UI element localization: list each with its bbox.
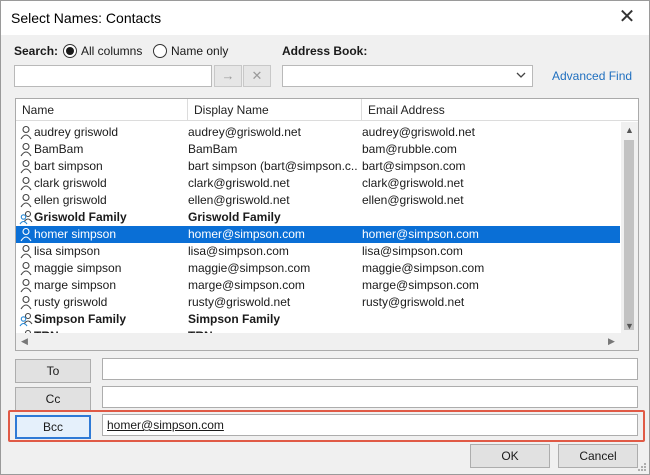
cc-button[interactable]: Cc bbox=[15, 387, 91, 411]
cell-display-name: audrey@griswold.net bbox=[188, 125, 301, 139]
select-names-dialog: Select Names: Contacts ✕ Search: All col… bbox=[0, 0, 650, 475]
dialog-title: Select Names: Contacts bbox=[11, 10, 162, 26]
to-field[interactable] bbox=[102, 358, 638, 380]
cell-display-name: ellen@griswold.net bbox=[188, 193, 290, 207]
resize-grip-icon[interactable] bbox=[637, 462, 647, 472]
table-row[interactable]: audrey griswold audrey@griswold.net audrey… bbox=[16, 124, 620, 141]
cell-name: rusty griswold bbox=[34, 295, 108, 309]
contact-icon bbox=[20, 244, 32, 259]
contact-icon bbox=[20, 227, 32, 242]
bcc-button[interactable]: Bcc bbox=[15, 415, 91, 439]
cell-display-name: clark@griswold.net bbox=[188, 176, 290, 190]
contact-icon bbox=[20, 261, 32, 276]
cell-email: rusty@griswold.net bbox=[362, 295, 465, 309]
scroll-left-icon[interactable]: ◀ bbox=[16, 333, 33, 350]
column-header-display-name[interactable]: Display Name bbox=[188, 99, 362, 121]
cell-email: bart@simpson.com bbox=[362, 159, 466, 173]
group-icon bbox=[19, 312, 33, 327]
table-row[interactable]: lisa simpson lisa@simpson.com lisa@simpson… bbox=[16, 243, 620, 260]
group-icon bbox=[19, 210, 33, 225]
contact-icon bbox=[20, 176, 32, 191]
cell-email: lisa@simpson.com bbox=[362, 244, 463, 258]
contact-icon bbox=[20, 125, 32, 140]
cell-name: lisa simpson bbox=[34, 244, 101, 258]
radio-all-columns[interactable] bbox=[63, 44, 77, 58]
bcc-field[interactable]: homer@simpson.com bbox=[102, 414, 638, 436]
to-button[interactable]: To bbox=[15, 359, 91, 383]
cell-display-name: Simpson Family bbox=[188, 312, 281, 326]
contact-icon bbox=[20, 159, 32, 174]
close-icon[interactable]: ✕ bbox=[617, 6, 637, 28]
cell-display-name: bart simpson (bart@simpson.c... bbox=[188, 159, 358, 173]
grid-header: Name Display Name Email Address bbox=[16, 99, 638, 121]
title-bar: Select Names: Contacts ✕ bbox=[1, 1, 649, 35]
cell-display-name: Griswold Family bbox=[188, 210, 281, 224]
scroll-right-icon[interactable]: ▶ bbox=[603, 333, 620, 350]
table-row[interactable]: clark griswold clark@griswold.net clark@gr… bbox=[16, 175, 620, 192]
contact-icon bbox=[20, 193, 32, 208]
ok-button[interactable]: OK bbox=[470, 444, 550, 468]
cell-display-name: maggie@simpson.com bbox=[188, 261, 311, 275]
address-book-select[interactable] bbox=[282, 65, 533, 87]
cell-name: BamBam bbox=[34, 142, 84, 156]
cell-name: ellen griswold bbox=[34, 193, 107, 207]
table-row[interactable]: BamBam BamBam bam@rubble.com bbox=[16, 141, 620, 158]
radio-name-only[interactable] bbox=[153, 44, 167, 58]
contact-icon bbox=[20, 295, 32, 310]
clear-search-icon[interactable]: ✕ bbox=[243, 65, 271, 87]
cc-field[interactable] bbox=[102, 386, 638, 408]
scroll-up-icon[interactable]: ▲ bbox=[621, 122, 638, 138]
cell-display-name: homer@simpson.com bbox=[188, 227, 305, 241]
table-row[interactable]: ellen griswold ellen@griswold.net ellen@gr… bbox=[16, 192, 620, 209]
cell-name: maggie simpson bbox=[34, 261, 122, 275]
cell-display-name: marge@simpson.com bbox=[188, 278, 305, 292]
table-row[interactable]: marge simpson marge@simpson.com marge@simp… bbox=[16, 277, 620, 294]
cell-email: audrey@griswold.net bbox=[362, 125, 475, 139]
cell-display-name: rusty@griswold.net bbox=[188, 295, 291, 309]
radio-name-only-label[interactable]: Name only bbox=[171, 44, 228, 58]
cell-name: homer simpson bbox=[34, 227, 117, 241]
address-book-label: Address Book: bbox=[282, 44, 368, 58]
cell-name: Simpson Family bbox=[34, 312, 127, 326]
search-label: Search: bbox=[14, 44, 59, 58]
chevron-down-icon bbox=[516, 71, 526, 82]
cell-name: clark griswold bbox=[34, 176, 107, 190]
radio-all-columns-label[interactable]: All columns bbox=[81, 44, 142, 58]
cell-email: clark@griswold.net bbox=[362, 176, 464, 190]
cell-name: audrey griswold bbox=[34, 125, 119, 139]
table-row[interactable]: Griswold Family Griswold Family bbox=[16, 209, 620, 226]
cell-email: bam@rubble.com bbox=[362, 142, 457, 156]
cell-email: marge@simpson.com bbox=[362, 278, 479, 292]
cell-email: homer@simpson.com bbox=[362, 227, 479, 241]
column-header-name[interactable]: Name bbox=[16, 99, 188, 121]
table-row[interactable]: homer simpson homer@simpson.com homer@simp… bbox=[16, 226, 620, 243]
cell-name: bart simpson bbox=[34, 159, 103, 173]
arrow-right-icon[interactable]: → bbox=[214, 65, 242, 87]
column-header-email[interactable]: Email Address bbox=[362, 99, 638, 121]
scroll-down-icon[interactable]: ▼ bbox=[621, 318, 638, 334]
advanced-find-link[interactable]: Advanced Find bbox=[552, 69, 632, 83]
cell-display-name: BamBam bbox=[188, 142, 238, 156]
cell-display-name: lisa@simpson.com bbox=[188, 244, 289, 258]
cell-email: maggie@simpson.com bbox=[362, 261, 485, 275]
cell-name: Griswold Family bbox=[34, 210, 127, 224]
cancel-button[interactable]: Cancel bbox=[558, 444, 638, 468]
contacts-list: audrey griswold audrey@griswold.net audrey… bbox=[16, 124, 620, 345]
contact-icon bbox=[20, 142, 32, 157]
table-row[interactable]: maggie simpson maggie@simpson.com maggie@s… bbox=[16, 260, 620, 277]
horizontal-scrollbar[interactable]: ◀ ▶ bbox=[16, 333, 638, 350]
table-row[interactable]: Simpson Family Simpson Family bbox=[16, 311, 620, 328]
cell-name: marge simpson bbox=[34, 278, 117, 292]
scroll-thumb[interactable] bbox=[624, 140, 634, 330]
cell-email: ellen@griswold.net bbox=[362, 193, 464, 207]
search-input[interactable] bbox=[14, 65, 212, 87]
bcc-value: homer@simpson.com bbox=[107, 418, 224, 432]
contacts-grid: Name Display Name Email Address audrey g… bbox=[15, 98, 639, 351]
table-row[interactable]: bart simpson bart simpson (bart@simpson.c… bbox=[16, 158, 620, 175]
table-row[interactable]: rusty griswold rusty@griswold.net rusty@gr… bbox=[16, 294, 620, 311]
vertical-scrollbar[interactable]: ▲ ▼ bbox=[621, 122, 638, 334]
contact-icon bbox=[20, 278, 32, 293]
